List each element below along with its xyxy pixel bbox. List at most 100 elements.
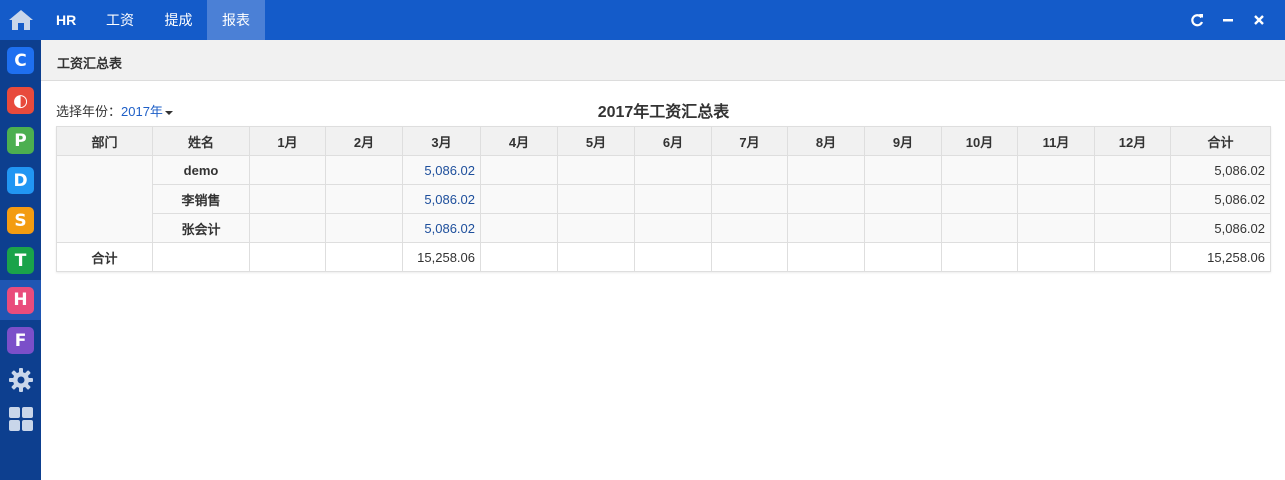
month-cell [557, 184, 635, 214]
month-cell [941, 155, 1018, 185]
app-t-icon[interactable]: T [7, 247, 34, 274]
employee-name: demo [152, 155, 250, 185]
month-cell [1094, 155, 1171, 185]
month-cell [1094, 184, 1171, 214]
month-cell [711, 184, 788, 214]
month-cell [249, 213, 326, 243]
tab-salary[interactable]: 工资 [92, 0, 148, 40]
col-header-jun: 6月 [634, 126, 712, 156]
col-header-dec: 12月 [1094, 126, 1171, 156]
month-cell [325, 155, 403, 185]
total-cell [864, 242, 942, 272]
month-cell [325, 184, 403, 214]
row-total: 5,086.02 [1170, 213, 1271, 243]
app-half-circle-icon[interactable]: ◐ [7, 87, 34, 114]
app-rail: C ◐ P D S T H F [0, 0, 41, 480]
page-title: 工资汇总表 [57, 56, 123, 71]
total-cell [249, 242, 326, 272]
app-c-icon[interactable]: C [7, 47, 34, 74]
month-cell [787, 184, 865, 214]
table-row: demo 5,086.02 5,086.02 [56, 155, 1271, 243]
month-cell [1094, 213, 1171, 243]
month-cell [1017, 213, 1095, 243]
month-cell [325, 213, 403, 243]
col-header-jan: 1月 [249, 126, 326, 156]
total-cell [1017, 242, 1095, 272]
month-cell [864, 184, 942, 214]
home-icon[interactable] [0, 0, 41, 40]
app-s-icon[interactable]: S [7, 207, 34, 234]
col-header-aug: 8月 [787, 126, 865, 156]
month-cell [787, 213, 865, 243]
month-value-link[interactable]: 5,086.02 [402, 184, 481, 214]
month-cell [711, 213, 788, 243]
month-cell [1017, 184, 1095, 214]
total-cell [480, 242, 558, 272]
report-title: 2017年工资汇总表 [597, 104, 730, 121]
month-cell [941, 213, 1018, 243]
app-d-icon[interactable]: D [7, 167, 34, 194]
col-header-mar: 3月 [402, 126, 481, 156]
app-f-icon[interactable]: F [7, 327, 34, 354]
refresh-icon[interactable] [1189, 12, 1205, 28]
month-cell [557, 213, 635, 243]
col-header-nov: 11月 [1017, 126, 1095, 156]
month-cell [480, 184, 558, 214]
month-cell [864, 213, 942, 243]
tab-commission[interactable]: 提成 [150, 0, 207, 40]
month-cell [249, 184, 326, 214]
month-cell [634, 213, 712, 243]
month-cell [787, 155, 865, 185]
month-cell [480, 155, 558, 185]
total-cell [1094, 242, 1171, 272]
col-header-may: 5月 [557, 126, 635, 156]
total-cell [634, 242, 712, 272]
total-cell [152, 242, 250, 272]
total-cell [941, 242, 1018, 272]
month-cell [249, 155, 326, 185]
col-header-dept: 部门 [56, 126, 153, 156]
close-icon[interactable] [1251, 12, 1267, 28]
col-header-oct: 10月 [941, 126, 1018, 156]
total-cell [557, 242, 635, 272]
col-header-jul: 7月 [711, 126, 788, 156]
all-apps-grid-icon[interactable] [7, 405, 34, 432]
tab-reports[interactable]: 报表 [207, 0, 265, 40]
month-cell [557, 155, 635, 185]
month-value-link[interactable]: 5,086.02 [402, 213, 481, 243]
dept-cell [56, 155, 153, 243]
app-p-icon[interactable]: P [7, 127, 34, 154]
page-header: 工资汇总表 [41, 40, 1285, 81]
month-value-link[interactable]: 5,086.02 [402, 155, 481, 185]
total-march: 15,258.06 [402, 242, 481, 272]
employee-name: 李销售 [152, 184, 250, 214]
app-hr-icon[interactable]: H [0, 280, 41, 320]
month-cell [634, 155, 712, 185]
total-label: 合计 [56, 242, 153, 272]
month-cell [711, 155, 788, 185]
row-total: 5,086.02 [1170, 184, 1271, 214]
col-header-total: 合计 [1170, 126, 1271, 156]
month-cell [634, 184, 712, 214]
total-cell [711, 242, 788, 272]
top-navbar: HR 工资 提成 报表 [41, 0, 1285, 40]
app-brand[interactable]: HR [56, 12, 76, 28]
total-cell [325, 242, 403, 272]
total-row: 合计 15,258.06 15,258.06 [56, 242, 1271, 272]
month-cell [480, 213, 558, 243]
row-total: 5,086.02 [1170, 155, 1271, 185]
grand-total: 15,258.06 [1170, 242, 1271, 272]
col-header-sep: 9月 [864, 126, 942, 156]
table-header-row: 部门 姓名 1月 2月 3月 4月 5月 6月 7月 8月 9月 10月 11月… [56, 126, 1271, 156]
table-row: 李销售 5,086.02 5,086.02 [57, 184, 1271, 214]
minimize-icon[interactable] [1220, 12, 1236, 28]
salary-summary-table: 部门 姓名 1月 2月 3月 4月 5月 6月 7月 8月 9月 10月 11月… [56, 126, 1271, 272]
col-header-apr: 4月 [480, 126, 558, 156]
month-cell [864, 155, 942, 185]
table-row: 张会计 5,086.02 5,086.02 [57, 213, 1271, 243]
month-cell [941, 184, 1018, 214]
month-cell [1017, 155, 1095, 185]
employee-name: 张会计 [152, 213, 250, 243]
settings-gear-icon[interactable] [7, 366, 34, 393]
col-header-feb: 2月 [325, 126, 403, 156]
